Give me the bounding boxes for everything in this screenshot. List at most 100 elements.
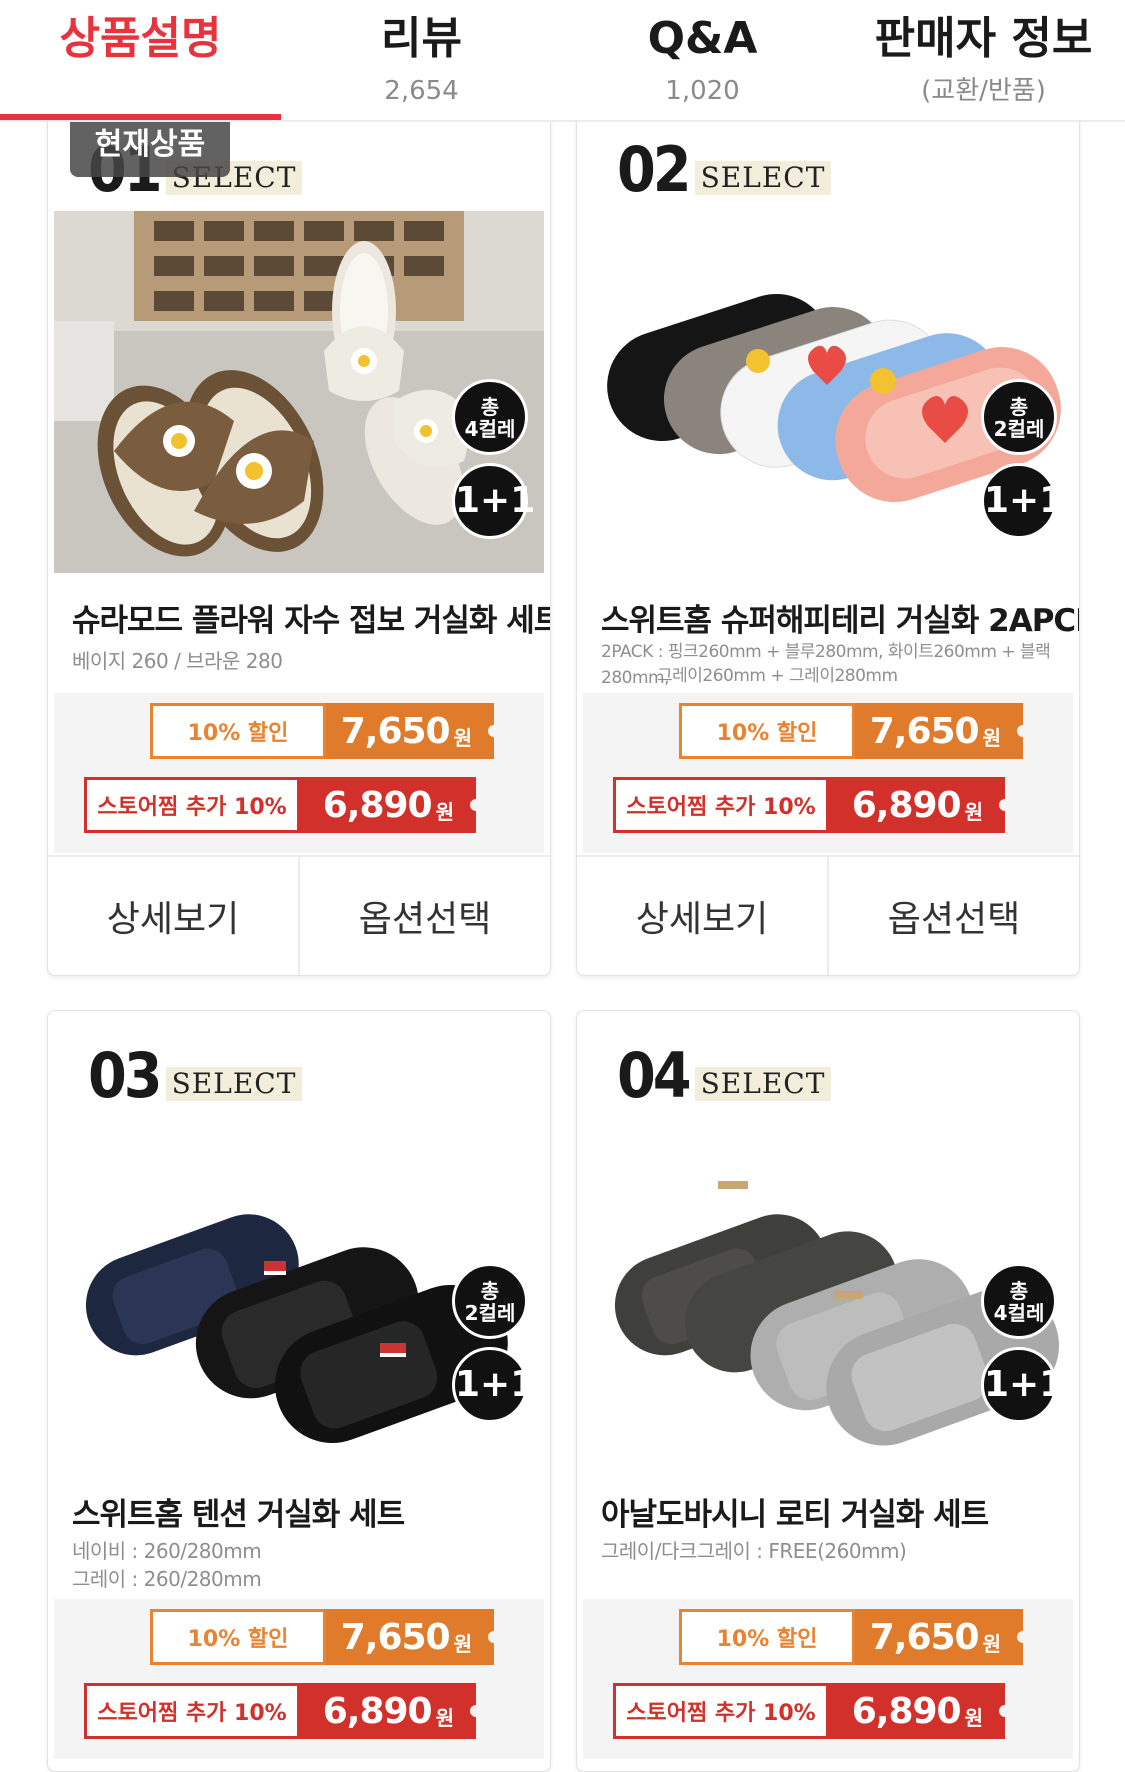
discount-price: 7,650 원: [326, 703, 500, 759]
store-zzim-label: 스토어찜 추가 10%: [84, 777, 300, 833]
store-zzim-row: 스토어찜 추가 10% 6,890 원: [613, 1683, 1011, 1739]
tab-product-description[interactable]: 상품설명: [0, 0, 281, 120]
color-count-bottom: 2컬레: [464, 1301, 516, 1325]
discount-label: 10% 할인: [150, 1609, 326, 1665]
one-plus-one-chip: 1+1: [981, 1347, 1064, 1423]
one-plus-one-chip: 1+1: [452, 1347, 535, 1423]
currency-unit: 원: [435, 799, 454, 824]
select-heading: 03 SELECT: [88, 1039, 303, 1112]
store-zzim-label: 스토어찜 추가 10%: [84, 1683, 300, 1739]
currency-unit: 원: [435, 1705, 454, 1730]
tab-label: 판매자 정보: [874, 13, 1093, 64]
view-details-button[interactable]: 상세보기: [48, 857, 298, 975]
product-name: 아날도바시니 로티 거실화 세트: [601, 1497, 989, 1533]
tab-label: 리뷰: [381, 13, 462, 64]
product-name: 슈라모드 플라워 자수 접보 거실화 세트: [72, 603, 551, 639]
price-area: 10% 할인 7,650 원 스토어찜 추가 10% 6,890 원: [54, 693, 544, 853]
price-value: 6,890: [322, 1690, 433, 1732]
one-plus-one-chip: 1+1: [981, 463, 1064, 539]
product-card: 02 SELECT 총 2컬레 1+1 스위트홈 슈퍼해피테리 거실화 2APCK…: [576, 96, 1080, 976]
product-card: 현재상품 01SELECT: [47, 96, 551, 976]
discount-label: 10% 할인: [679, 703, 855, 759]
color-count-bottom: 2컬레: [993, 417, 1045, 441]
tab-reviews[interactable]: 리뷰 2,654: [281, 0, 562, 120]
color-count-chip: 총 4컬레: [452, 379, 528, 455]
color-count-chip: 총 2컬레: [981, 379, 1057, 455]
discount-price: 7,650 원: [855, 703, 1029, 759]
store-zzim-row: 스토어찜 추가 10% 6,890 원: [613, 777, 1011, 833]
store-zzim-row: 스토어찜 추가 10% 6,890 원: [84, 1683, 482, 1739]
store-zzim-label: 스토어찜 추가 10%: [613, 1683, 829, 1739]
final-price: 6,890 원: [829, 1683, 1011, 1739]
product-option-line: 그레이 : 260/280mm: [72, 1567, 262, 1591]
select-heading: 02 SELECT: [617, 135, 832, 205]
price-value: 6,890: [851, 1690, 962, 1732]
currency-unit: 원: [982, 725, 1001, 750]
currency-unit: 원: [964, 799, 983, 824]
store-zzim-row: 스토어찜 추가 10% 6,890 원: [84, 777, 482, 833]
discount-price: 7,650 원: [326, 1609, 500, 1665]
select-number: 04: [617, 1039, 692, 1112]
product-option-line: 그레이260mm + 그레이280mm: [657, 666, 898, 686]
final-price: 6,890 원: [300, 777, 482, 833]
price-value: 7,650: [340, 710, 451, 752]
tab-bar: 상품설명 리뷰 2,654 Q&A 1,020 판매자 정보 (교환/반품): [0, 0, 1125, 122]
price-value: 7,650: [869, 1616, 980, 1658]
tab-subtitle: (교환/반품): [921, 76, 1046, 106]
select-option-button[interactable]: 옵션선택: [298, 857, 550, 975]
price-area: 10% 할인 7,650 원 스토어찜 추가 10% 6,890 원: [583, 1599, 1073, 1759]
tab-seller-info[interactable]: 판매자 정보 (교환/반품): [843, 0, 1124, 120]
product-name: 스위트홈 슈퍼해피테리 거실화 2APCK: [601, 603, 1080, 639]
tab-count: 2,654: [384, 76, 459, 106]
color-count-top: 총: [1009, 395, 1029, 419]
discount-label: 10% 할인: [679, 1609, 855, 1665]
tab-label: 상품설명: [59, 13, 222, 64]
currency-unit: 원: [453, 725, 472, 750]
discount-row: 10% 할인 7,650 원: [679, 703, 1029, 759]
card-actions: 상세보기 옵션선택: [577, 855, 1079, 975]
select-label: SELECT: [694, 161, 832, 195]
product-option-line: 네이비 : 260/280mm: [72, 1539, 262, 1563]
color-count-top: 총: [1009, 1279, 1029, 1303]
one-plus-one-chip: 1+1: [452, 463, 535, 539]
active-tab-indicator: [0, 114, 281, 120]
currency-unit: 원: [964, 1705, 983, 1730]
product-name: 스위트홈 텐션 거실화 세트: [72, 1497, 405, 1533]
product-option-line: 베이지 260 / 브라운 280: [72, 649, 283, 673]
discount-row: 10% 할인 7,650 원: [150, 1609, 500, 1665]
final-price: 6,890 원: [829, 777, 1011, 833]
discount-price: 7,650 원: [855, 1609, 1029, 1665]
discount-row: 10% 할인 7,650 원: [150, 703, 500, 759]
tab-label: Q&A: [647, 13, 758, 64]
color-count-bottom: 4컬레: [993, 1301, 1045, 1325]
product-option-line: 그레이/다크그레이 : FREE(260mm): [601, 1539, 907, 1563]
currency-unit: 원: [982, 1631, 1001, 1656]
price-value: 7,650: [869, 710, 980, 752]
final-price: 6,890 원: [300, 1683, 482, 1739]
color-count-bottom: 4컬레: [464, 417, 516, 441]
select-option-button[interactable]: 옵션선택: [827, 857, 1079, 975]
view-details-button[interactable]: 상세보기: [577, 857, 827, 975]
color-count-chip: 총 4컬레: [981, 1263, 1057, 1339]
tab-qna[interactable]: Q&A 1,020: [562, 0, 843, 120]
select-label: SELECT: [694, 1067, 832, 1101]
price-area: 10% 할인 7,650 원 스토어찜 추가 10% 6,890 원: [54, 1599, 544, 1759]
tab-count: 1,020: [665, 76, 740, 106]
product-card: 04 SELECT 총 4컬레 1+1 아날도바시니 로티 거실화 세트 그레이/…: [576, 1010, 1080, 1772]
price-value: 6,890: [322, 784, 433, 826]
select-heading: 04 SELECT: [617, 1039, 832, 1112]
discount-row: 10% 할인 7,650 원: [679, 1609, 1029, 1665]
price-value: 7,650: [340, 1616, 451, 1658]
color-count-top: 총: [480, 395, 500, 419]
product-card: 03 SELECT 총 2컬레 1+1 스위트홈 텐션 거실화 세트 네이비 : …: [47, 1010, 551, 1772]
price-area: 10% 할인 7,650 원 스토어찜 추가 10% 6,890 원: [583, 693, 1073, 853]
current-product-badge: 현재상품: [70, 113, 230, 177]
color-count-top: 총: [480, 1279, 500, 1303]
select-number: 03: [88, 1039, 163, 1112]
discount-label: 10% 할인: [150, 703, 326, 759]
card-actions: 상세보기 옵션선택: [48, 855, 550, 975]
color-count-chip: 총 2컬레: [452, 1263, 528, 1339]
store-zzim-label: 스토어찜 추가 10%: [613, 777, 829, 833]
select-label: SELECT: [165, 1067, 303, 1101]
price-value: 6,890: [851, 784, 962, 826]
